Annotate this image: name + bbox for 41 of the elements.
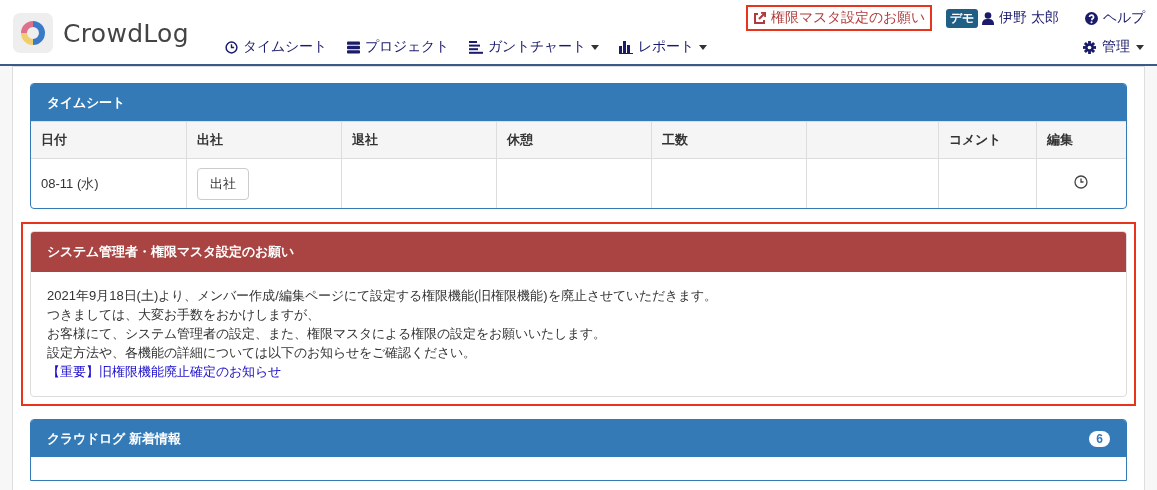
panel-title: システム管理者・権限マスタ設定のお願い	[31, 232, 1126, 272]
gantt-icon	[469, 40, 483, 54]
caret-icon	[1136, 44, 1144, 50]
notice-link[interactable]: 権限マスタ設定のお願い	[746, 5, 933, 31]
nav-link[interactable]: プロジェクト	[347, 38, 449, 56]
nav-link[interactable]: タイムシート	[225, 38, 327, 56]
column-header: 出社	[196, 132, 223, 147]
nav-link[interactable]: ガントチャート	[469, 38, 599, 56]
bar-chart-icon	[619, 40, 633, 54]
notice-text: つきましては、大変お手数をおかけしますが、	[47, 306, 321, 324]
user-icon	[982, 11, 995, 25]
date-cell: 08-11 (水)	[41, 175, 99, 191]
column-header: コメント	[948, 132, 1001, 147]
logo-icon	[13, 13, 53, 53]
panel-title: クラウドログ 新着情報	[47, 429, 181, 448]
notice-text: 2021年9月18日(土)より、メンバー作成/編集ページにて設定する権限機能(旧権限機能)を廃止させていただきます。	[47, 287, 718, 305]
help-link[interactable]: ヘルプ	[1085, 9, 1145, 27]
clock-icon	[225, 40, 238, 54]
panel-title: タイムシート	[31, 84, 1126, 121]
announcement-link[interactable]: 【重要】旧権限機能廃止確定のお知らせ	[47, 364, 281, 379]
count-badge: 6	[1089, 430, 1110, 447]
user-menu[interactable]: 伊野 太郎	[982, 9, 1059, 27]
column-header: 日付	[41, 132, 67, 147]
column-header: 休憩	[506, 132, 533, 147]
column-header: 編集	[1046, 132, 1073, 147]
settings-icon	[1083, 40, 1096, 54]
notice-text: 設定方法や、各機能の詳細については以下のお知らせをご確認ください。	[47, 344, 477, 362]
logo-text[interactable]: CrowdLog	[63, 18, 189, 48]
demo-badge: デモ	[946, 8, 979, 28]
clock-icon[interactable]	[1074, 175, 1089, 189]
checkin-button[interactable]: 出社	[196, 167, 249, 200]
server-icon	[347, 40, 360, 54]
column-header: 工数	[661, 132, 688, 147]
caret-icon	[699, 44, 707, 50]
external-link-icon	[753, 11, 767, 25]
admin-menu[interactable]: 管理	[1083, 38, 1144, 56]
nav-link[interactable]: レポート	[619, 38, 707, 56]
help-icon	[1085, 11, 1098, 25]
column-header: 退社	[351, 132, 378, 147]
caret-icon	[591, 44, 599, 50]
notice-text: お客様にて、システム管理者の設定、また、権限マスタによる権限の設定をお願いいたします。	[47, 325, 607, 343]
